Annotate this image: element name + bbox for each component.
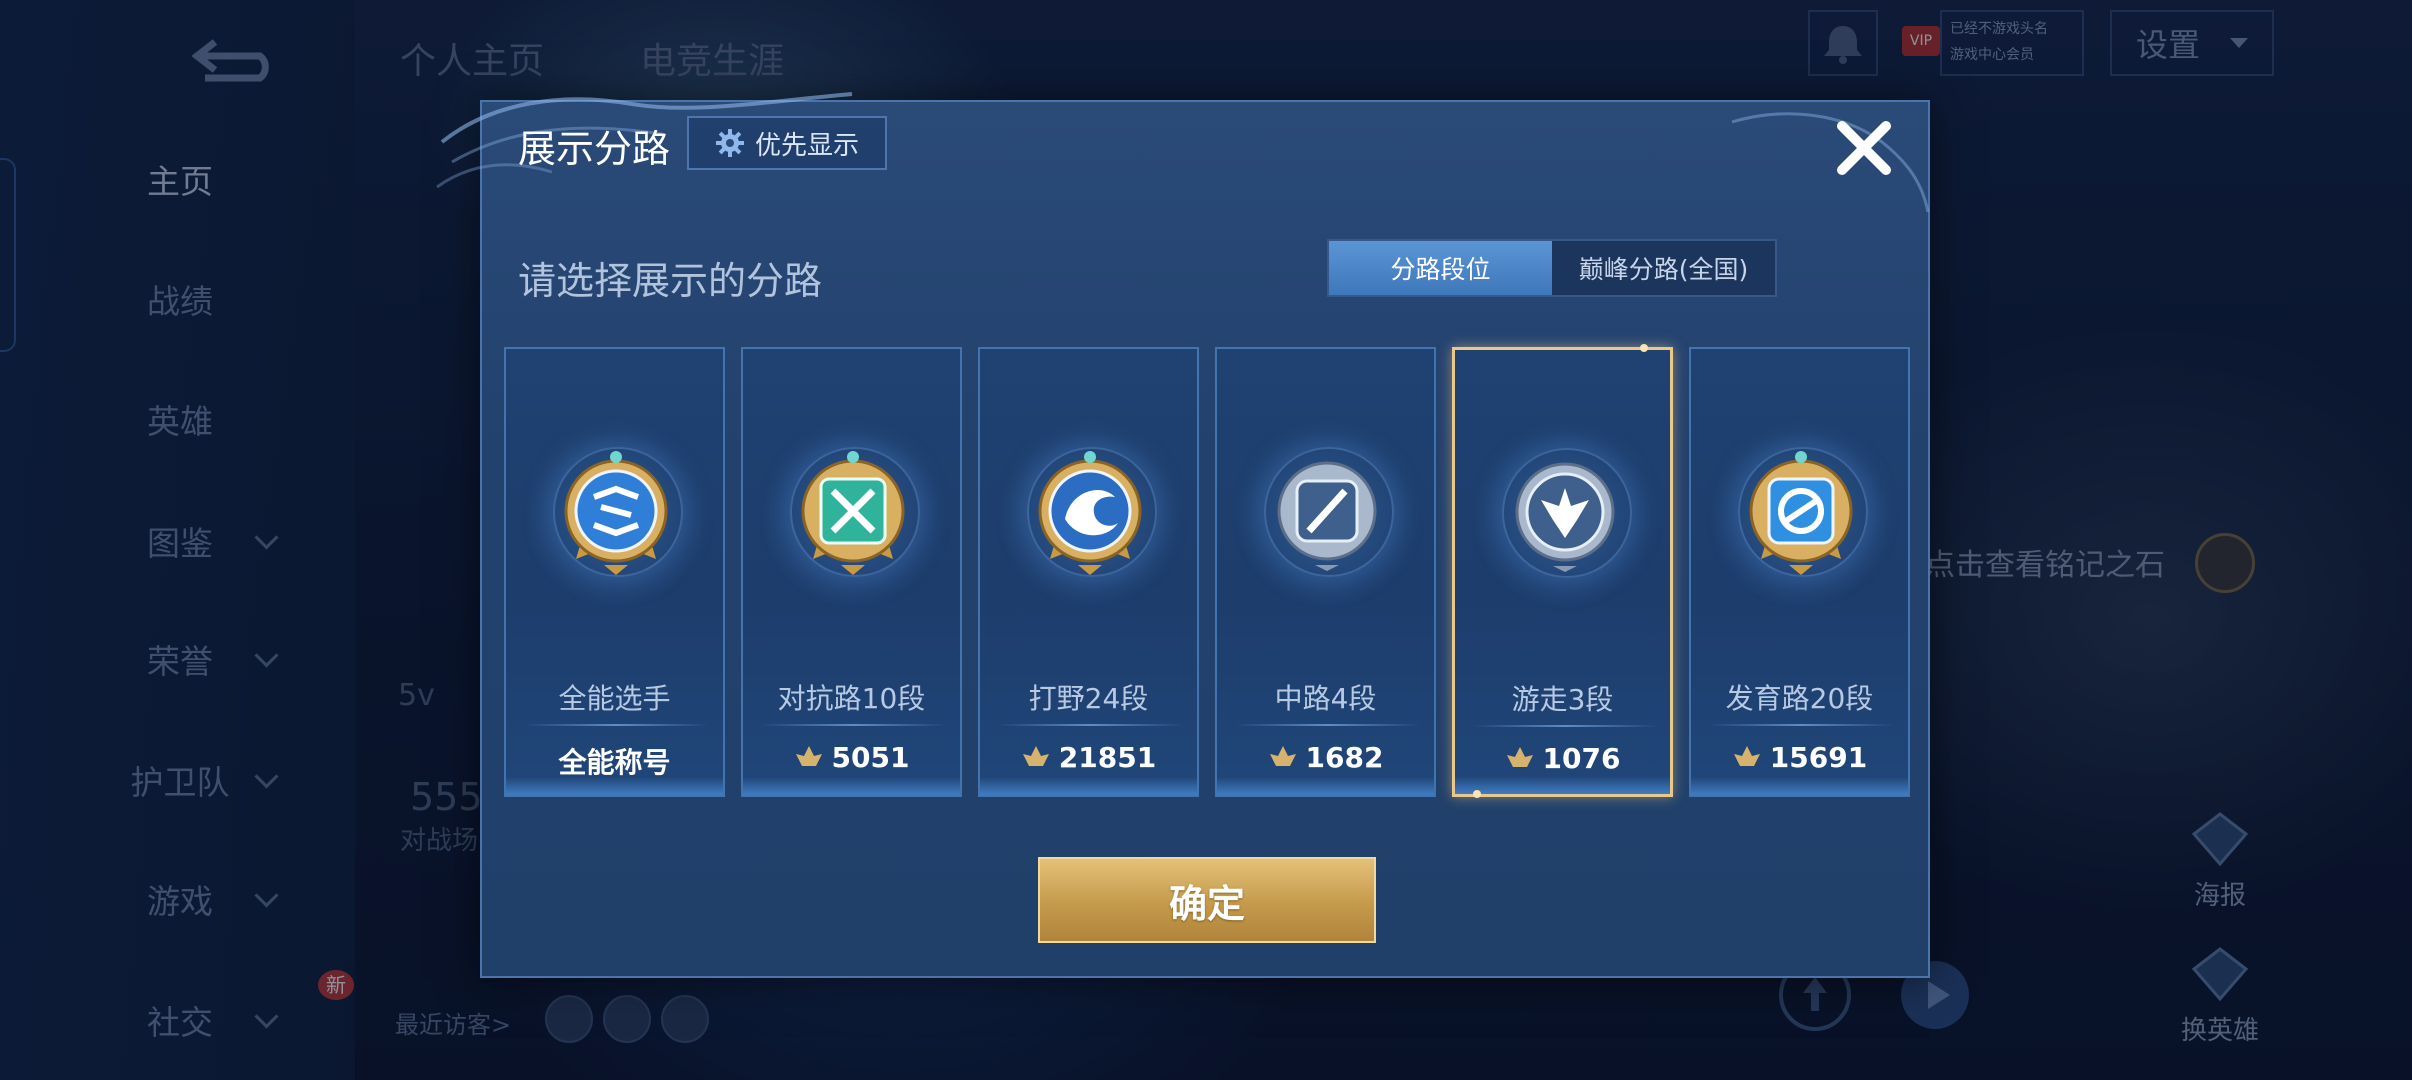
lane-name: 中路4段: [1274, 682, 1377, 715]
card-bottom-glow: [1217, 777, 1434, 795]
lane-name: 打野24段: [1028, 682, 1149, 715]
lane-card-list: 全能选手 全能称号 对抗路10段 5051 打野24段 21851 中路4段 1…: [504, 344, 1910, 798]
lane-display-dialog: 展示分路 优先显示 请选择展示的分路 分路段位 巅峰分路(全国) 全能选手 全能…: [436, 92, 1930, 978]
card-bottom-glow: [743, 777, 960, 795]
lane-score-value: 21851: [1058, 741, 1157, 774]
card-bottom-glow: [1455, 776, 1670, 794]
peak-score-icon: [795, 745, 822, 766]
lane-score-row: 全能称号: [506, 741, 723, 781]
selection-corner-dot: [1473, 790, 1481, 798]
confirm-button[interactable]: 确定: [1038, 857, 1376, 943]
dialog-title: 展示分路: [518, 127, 671, 171]
divider: [761, 724, 946, 726]
lane-card-all-round[interactable]: 全能选手 全能称号: [504, 347, 725, 797]
tab-peak-lane-national[interactable]: 巅峰分路(全国): [1552, 241, 1775, 295]
all-round-emblem-icon: [564, 451, 668, 575]
divider: [998, 724, 1183, 726]
divider: [1235, 724, 1420, 726]
farm-lane-emblem-icon: [1749, 451, 1853, 575]
lane-card-farm-lane[interactable]: 发育路20段 15691: [1689, 347, 1910, 797]
divider: [1709, 724, 1894, 726]
peak-score-icon: [1506, 746, 1533, 767]
priority-display-button[interactable]: 优先显示: [687, 116, 887, 170]
lane-score-value: 5051: [831, 741, 910, 774]
peak-score-icon: [1269, 745, 1296, 766]
lane-card-roam[interactable]: 游走3段 1076: [1452, 344, 1673, 798]
card-bottom-glow: [1691, 777, 1908, 795]
lane-score-row: 15691: [1691, 741, 1908, 774]
peak-score-icon: [1022, 745, 1049, 766]
roam-emblem-icon: [1515, 462, 1615, 572]
lane-name: 发育路20段: [1725, 682, 1874, 715]
lane-name: 全能选手: [558, 682, 671, 715]
card-bottom-glow: [980, 777, 1197, 795]
lane-score-value: 15691: [1769, 741, 1868, 774]
ranking-type-toggle: 分路段位 巅峰分路(全国): [1327, 239, 1777, 297]
lane-title-value: 全能称号: [558, 746, 671, 779]
tab-lane-rank[interactable]: 分路段位: [1329, 241, 1552, 295]
lane-name: 对抗路10段: [777, 682, 926, 715]
lane-card-jungle[interactable]: 打野24段 21851: [978, 347, 1199, 797]
clash-lane-emblem-icon: [801, 451, 905, 575]
peak-score-icon: [1733, 745, 1760, 766]
mid-lane-emblem-icon: [1277, 461, 1377, 571]
lane-card-mid-lane[interactable]: 中路4段 1682: [1215, 347, 1436, 797]
lane-score-row: 5051: [743, 741, 960, 774]
divider: [1473, 725, 1658, 727]
lane-score-row: 1076: [1455, 742, 1670, 775]
lane-score-value: 1682: [1305, 741, 1384, 774]
close-icon[interactable]: [1832, 116, 1896, 180]
lane-card-clash-lane[interactable]: 对抗路10段 5051: [741, 347, 962, 797]
priority-display-label: 优先显示: [754, 130, 859, 161]
divider: [524, 724, 709, 726]
selection-corner-dot: [1640, 344, 1648, 352]
card-bottom-glow: [506, 777, 723, 795]
lane-score-row: 1682: [1217, 741, 1434, 774]
lane-name: 游走3段: [1511, 683, 1614, 716]
gear-icon: [715, 129, 744, 157]
lane-score-value: 1076: [1542, 742, 1621, 775]
dialog-subtitle: 请选择展示的分路: [518, 259, 823, 303]
jungle-emblem-icon: [1038, 451, 1142, 575]
lane-score-row: 21851: [980, 741, 1197, 774]
